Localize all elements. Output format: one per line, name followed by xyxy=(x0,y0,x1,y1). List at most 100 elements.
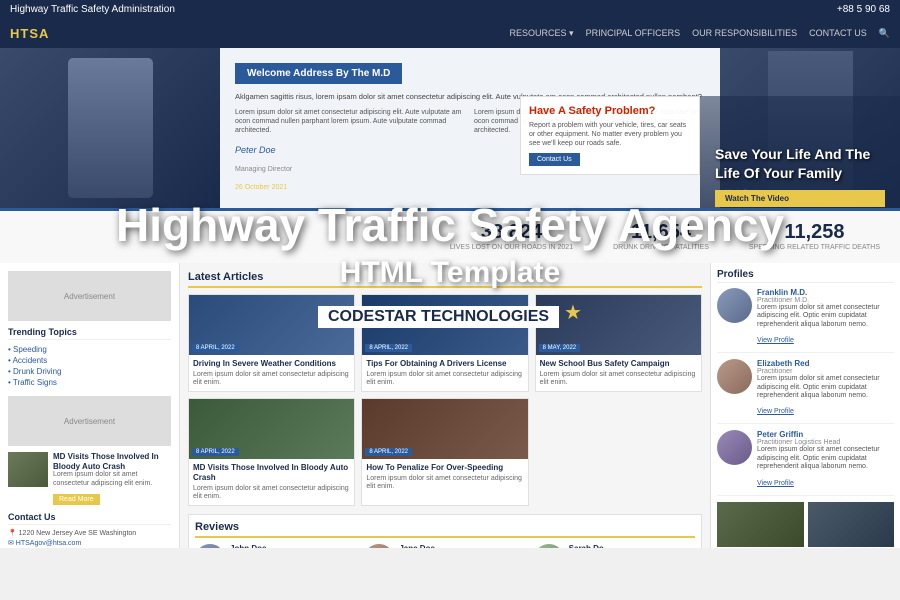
profile-info-1: Franklin M.D. Practitioner M.D. Lorem ip… xyxy=(757,288,894,347)
main-middle: Latest Articles 8 APRIL, 2022 Driving In… xyxy=(180,263,710,548)
view-profile-1[interactable]: View Profile xyxy=(757,337,794,344)
review-content-3: Sarah Do ★★★★☆ Lorem ipsum dolor sit ame… xyxy=(569,544,695,548)
article-card-5: 8 APRIL, 2022 How To Penalize For Over-S… xyxy=(361,398,528,506)
save-life-overlay: Save Your Life And The Life Of Your Fami… xyxy=(700,96,900,208)
profile-info-2: Elizabeth Red Practitioner Lorem ipsum d… xyxy=(757,359,894,418)
article-tag-1: 8 APRIL, 2022 xyxy=(192,344,239,352)
article-body-1: Driving In Severe Weather Conditions Lor… xyxy=(189,355,354,391)
article-body-3: New School Bus Safety Campaign Lorem ips… xyxy=(536,355,701,391)
top-bar-phone: +88 5 90 68 xyxy=(837,4,890,15)
contact-address: 📍 1220 New Jersey Ave SE Washington xyxy=(8,529,171,537)
sidebar-ad-1: Advertisement xyxy=(8,271,171,321)
stats-bar: 38,824 LIVES LOST ON OUR ROADS IN 2021 1… xyxy=(0,208,900,263)
profile-role-2: Practitioner xyxy=(757,368,894,375)
article-body-5: How To Penalize For Over-Speeding Lorem … xyxy=(362,459,527,495)
nav-item-officers[interactable]: PRINCIPAL OFFICERS xyxy=(586,28,681,39)
hero-date: 26 October 2021 xyxy=(235,184,287,191)
stat-label-lives: LIVES LOST ON OUR ROADS IN 2021 xyxy=(450,244,573,251)
sidebar-news-title: MD Visits Those Involved In Bloody Auto … xyxy=(53,452,171,471)
article-title-4: MD Visits Those Involved In Bloody Auto … xyxy=(193,463,350,482)
review-content-2: Jane Doe ★★★★★ Lorem ipsum dolor sit ame… xyxy=(399,544,525,548)
article-text-5: Lorem ipsum dolor sit amet consectetur a… xyxy=(366,475,523,492)
profile-text-1: Lorem ipsum dolor sit amet consectetur a… xyxy=(757,304,894,329)
sidebar-contact-title: Contact Us xyxy=(8,512,171,525)
nav-logo: HTSA xyxy=(10,26,49,41)
view-profile-3[interactable]: View Profile xyxy=(757,480,794,487)
problem-banner: Have A Safety Problem? Report a problem … xyxy=(520,96,700,175)
hero-extra-text: Lorem ipsum dolor sit amet consectetur a… xyxy=(235,108,466,135)
trending-item-drunk[interactable]: • Drunk Driving xyxy=(8,366,171,377)
profile-name-1: Franklin M.D. xyxy=(757,288,894,297)
profile-text-2: Lorem ipsum dolor sit amet consectetur a… xyxy=(757,375,894,400)
reviews-grid: John Doe ★★★★★ Lorem ipsum dolor sit ame… xyxy=(195,544,695,548)
sidebar-news-text: Lorem ipsum dolor sit amet consectetur a… xyxy=(53,471,171,488)
view-profile-2[interactable]: View Profile xyxy=(757,408,794,415)
nav-search-icon[interactable]: 🔍 xyxy=(879,28,890,39)
profile-info-3: Peter Griffin Practitioner Logistics Hea… xyxy=(757,430,894,489)
articles-section-title: Latest Articles xyxy=(188,271,702,288)
profile-name-2: Elizabeth Red xyxy=(757,359,894,368)
article-text-1: Lorem ipsum dolor sit amet consectetur a… xyxy=(193,371,350,388)
problem-title: Have A Safety Problem? xyxy=(529,105,691,117)
trending-item-accidents[interactable]: • Accidents xyxy=(8,355,171,366)
article-tag-5: 8 APRIL, 2022 xyxy=(365,448,412,456)
save-life-text: Save Your Life And The Life Of Your Fami… xyxy=(715,145,885,181)
article-img-2: 8 APRIL, 2022 xyxy=(362,295,527,355)
article-tag-3: 8 MAY, 2022 xyxy=(539,344,580,352)
review-1: John Doe ★★★★★ Lorem ipsum dolor sit ame… xyxy=(195,544,356,548)
article-title-3: New School Bus Safety Campaign xyxy=(540,359,697,369)
profile-name-3: Peter Griffin xyxy=(757,430,894,439)
profile-role-3: Practitioner Logistics Head xyxy=(757,439,894,446)
top-bar-address: Highway Traffic Safety Administration xyxy=(10,4,175,15)
article-card-1: 8 APRIL, 2022 Driving In Severe Weather … xyxy=(188,294,355,392)
reviewer-name-1: John Doe xyxy=(230,544,356,548)
hero-signature: Peter Doe xyxy=(235,145,276,155)
profile-3: Peter Griffin Practitioner Logistics Hea… xyxy=(717,430,894,495)
reviews-section: Reviews John Doe ★★★★★ Lorem ipsum dolor… xyxy=(188,514,702,548)
reviewer-name-3: Sarah Do xyxy=(569,544,695,548)
article-card-3: 8 MAY, 2022 New School Bus Safety Campai… xyxy=(535,294,702,392)
profile-avatar-1 xyxy=(717,288,752,323)
profiles-title: Profiles xyxy=(717,269,894,283)
hero-welcome-box: Welcome Address By The M.D xyxy=(235,63,402,84)
nav-item-contact[interactable]: CONTACT US xyxy=(809,28,867,39)
sidebar-contact: Contact Us 📍 1220 New Jersey Ave SE Wash… xyxy=(8,512,171,548)
article-body-4: MD Visits Those Involved In Bloody Auto … xyxy=(189,459,354,505)
nav-item-resources[interactable]: RESOURCES ▾ xyxy=(510,28,574,39)
hero-person-section xyxy=(0,48,220,208)
stat-drunk-driving: 11,654 DRUNK DRIVING FATALITIES xyxy=(613,221,709,253)
profile-gallery xyxy=(717,502,894,548)
reviewer-avatar-2 xyxy=(364,544,394,548)
trending-item-traffic[interactable]: • Traffic Signs xyxy=(8,377,171,388)
article-title-1: Driving In Severe Weather Conditions xyxy=(193,359,350,369)
review-3: Sarah Do ★★★★☆ Lorem ipsum dolor sit ame… xyxy=(534,544,695,548)
sidebar-news-content: MD Visits Those Involved In Bloody Auto … xyxy=(53,452,171,506)
reviewer-name-2: Jane Doe xyxy=(399,544,525,548)
contact-btn[interactable]: Contact Us xyxy=(529,153,580,166)
hero-role: Managing Director xyxy=(235,166,292,173)
review-2: Jane Doe ★★★★★ Lorem ipsum dolor sit ame… xyxy=(364,544,525,548)
hero-person-image xyxy=(0,48,220,208)
stat-lives-lost: 38,824 LIVES LOST ON OUR ROADS IN 2021 xyxy=(450,221,573,253)
stat-number-lives: 38,824 xyxy=(450,221,573,244)
stat-label-speeding: SPEEDING RELATED TRAFFIC DEATHS xyxy=(749,244,880,251)
sidebar-news-item: MD Visits Those Involved In Bloody Auto … xyxy=(8,452,171,506)
profile-text-3: Lorem ipsum dolor sit amet consectetur a… xyxy=(757,446,894,471)
contact-email[interactable]: ✉ HTSAgov@htsa.com xyxy=(8,539,171,547)
articles-grid: 8 APRIL, 2022 Driving In Severe Weather … xyxy=(188,294,702,506)
main-content: Advertisement Trending Topics • Speeding… xyxy=(0,263,900,548)
article-title-5: How To Penalize For Over-Speeding xyxy=(366,463,523,473)
stat-number-drunk: 11,654 xyxy=(613,221,709,244)
watch-video-btn[interactable]: Watch The Video xyxy=(715,190,885,207)
nav-items: RESOURCES ▾ PRINCIPAL OFFICERS OUR RESPO… xyxy=(510,28,890,39)
trending-list: • Speeding • Accidents • Drunk Driving •… xyxy=(8,344,171,388)
profile-1: Franklin M.D. Practitioner M.D. Lorem ip… xyxy=(717,288,894,353)
reviews-title: Reviews xyxy=(195,521,695,538)
read-more-btn[interactable]: Read More xyxy=(53,494,100,505)
nav-item-responsibilities[interactable]: OUR RESPONSIBILITIES xyxy=(692,28,797,39)
article-text-4: Lorem ipsum dolor sit amet consectetur a… xyxy=(193,485,350,502)
trending-item-speeding[interactable]: • Speeding xyxy=(8,344,171,355)
profile-avatar-2 xyxy=(717,359,752,394)
stat-number-speeding: 11,258 xyxy=(749,221,880,244)
sidebar-news-thumb xyxy=(8,452,48,487)
